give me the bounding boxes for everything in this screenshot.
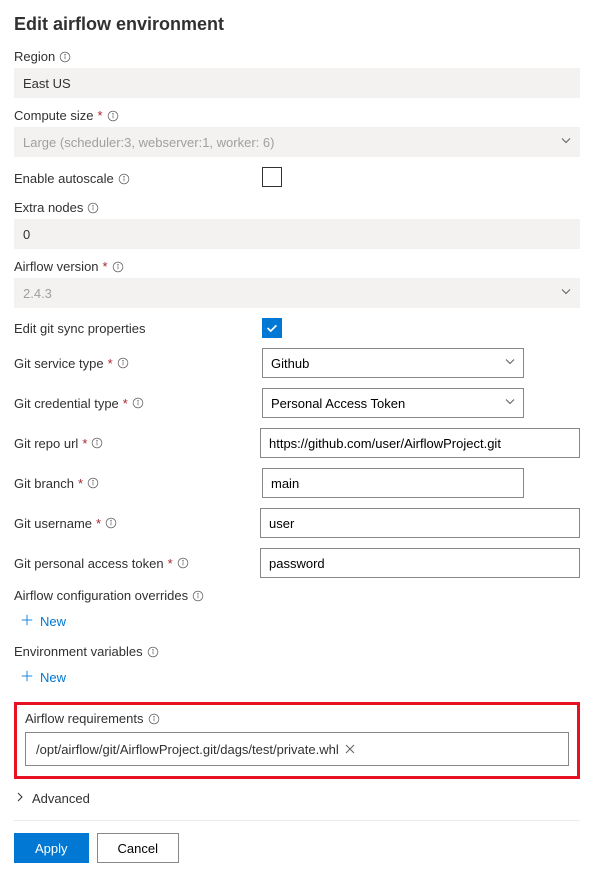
git-username-label: Git username [14, 516, 92, 531]
git-sync-checkbox[interactable] [262, 318, 282, 338]
requirement-tag-text: /opt/airflow/git/AirflowProject.git/dags… [36, 742, 339, 757]
cancel-button[interactable]: Cancel [97, 833, 179, 863]
git-service-select[interactable] [262, 348, 524, 378]
info-icon[interactable] [107, 110, 119, 122]
new-label: New [40, 614, 66, 629]
info-icon[interactable] [177, 557, 189, 569]
advanced-expander[interactable]: Advanced [14, 791, 580, 806]
git-username-input[interactable] [260, 508, 580, 538]
required-mark: * [168, 556, 173, 571]
field-git-sync: Edit git sync properties [14, 318, 580, 338]
field-git-credential: Git credential type * [14, 388, 580, 418]
git-branch-label: Git branch [14, 476, 74, 491]
add-envvar-button[interactable]: New [14, 665, 72, 690]
chevron-right-icon [14, 791, 26, 806]
remove-tag-button[interactable] [345, 742, 355, 757]
field-compute-size: Compute size * [14, 108, 580, 157]
requirements-label-row: Airflow requirements [25, 711, 569, 726]
git-url-label: Git repo url [14, 436, 78, 451]
git-url-input[interactable] [260, 428, 580, 458]
page-title: Edit airflow environment [14, 14, 580, 35]
info-icon[interactable] [59, 51, 71, 63]
required-mark: * [82, 436, 87, 451]
info-icon[interactable] [112, 261, 124, 273]
required-mark: * [108, 356, 113, 371]
info-icon[interactable] [87, 477, 99, 489]
new-label: New [40, 670, 66, 685]
required-mark: * [123, 396, 128, 411]
region-input [14, 68, 580, 98]
info-icon[interactable] [132, 397, 144, 409]
info-icon[interactable] [147, 646, 159, 658]
overrides-label: Airflow configuration overrides [14, 588, 188, 603]
field-region: Region [14, 49, 580, 98]
field-autoscale: Enable autoscale [14, 167, 580, 190]
required-mark: * [78, 476, 83, 491]
info-icon[interactable] [192, 590, 204, 602]
airflow-version-select [14, 278, 580, 308]
add-override-button[interactable]: New [14, 609, 72, 634]
git-token-label: Git personal access token [14, 556, 164, 571]
git-credential-select[interactable] [262, 388, 524, 418]
plus-icon [20, 669, 34, 686]
info-icon[interactable] [148, 713, 160, 725]
envvars-label: Environment variables [14, 644, 143, 659]
field-extra-nodes: Extra nodes [14, 200, 580, 249]
requirements-highlight: Airflow requirements /opt/airflow/git/Ai… [14, 702, 580, 779]
plus-icon [20, 613, 34, 630]
git-token-input[interactable] [260, 548, 580, 578]
field-git-username: Git username * [14, 508, 580, 538]
autoscale-label: Enable autoscale [14, 171, 114, 186]
info-icon[interactable] [105, 517, 117, 529]
git-credential-label: Git credential type [14, 396, 119, 411]
requirements-label: Airflow requirements [25, 711, 144, 726]
info-icon[interactable] [117, 357, 129, 369]
footer: Apply Cancel [14, 820, 580, 863]
git-service-label: Git service type [14, 356, 104, 371]
overrides-label-row: Airflow configuration overrides [14, 588, 580, 603]
git-sync-label: Edit git sync properties [14, 321, 146, 336]
autoscale-checkbox[interactable] [262, 167, 282, 187]
info-icon[interactable] [91, 437, 103, 449]
git-branch-input[interactable] [262, 468, 524, 498]
compute-select [14, 127, 580, 157]
extra-nodes-input [14, 219, 580, 249]
info-icon[interactable] [87, 202, 99, 214]
requirements-input[interactable]: /opt/airflow/git/AirflowProject.git/dags… [25, 732, 569, 766]
region-label: Region [14, 49, 55, 64]
required-mark: * [96, 516, 101, 531]
field-airflow-version: Airflow version * [14, 259, 580, 308]
compute-label: Compute size [14, 108, 93, 123]
envvars-label-row: Environment variables [14, 644, 580, 659]
requirement-tag: /opt/airflow/git/AirflowProject.git/dags… [30, 740, 361, 759]
apply-button[interactable]: Apply [14, 833, 89, 863]
field-git-branch: Git branch * [14, 468, 580, 498]
field-git-url: Git repo url * [14, 428, 580, 458]
field-git-service: Git service type * [14, 348, 580, 378]
info-icon[interactable] [118, 173, 130, 185]
extra-nodes-label: Extra nodes [14, 200, 83, 215]
advanced-label: Advanced [32, 791, 90, 806]
required-mark: * [97, 108, 102, 123]
required-mark: * [103, 259, 108, 274]
field-git-token: Git personal access token * [14, 548, 580, 578]
airflow-version-label: Airflow version [14, 259, 99, 274]
